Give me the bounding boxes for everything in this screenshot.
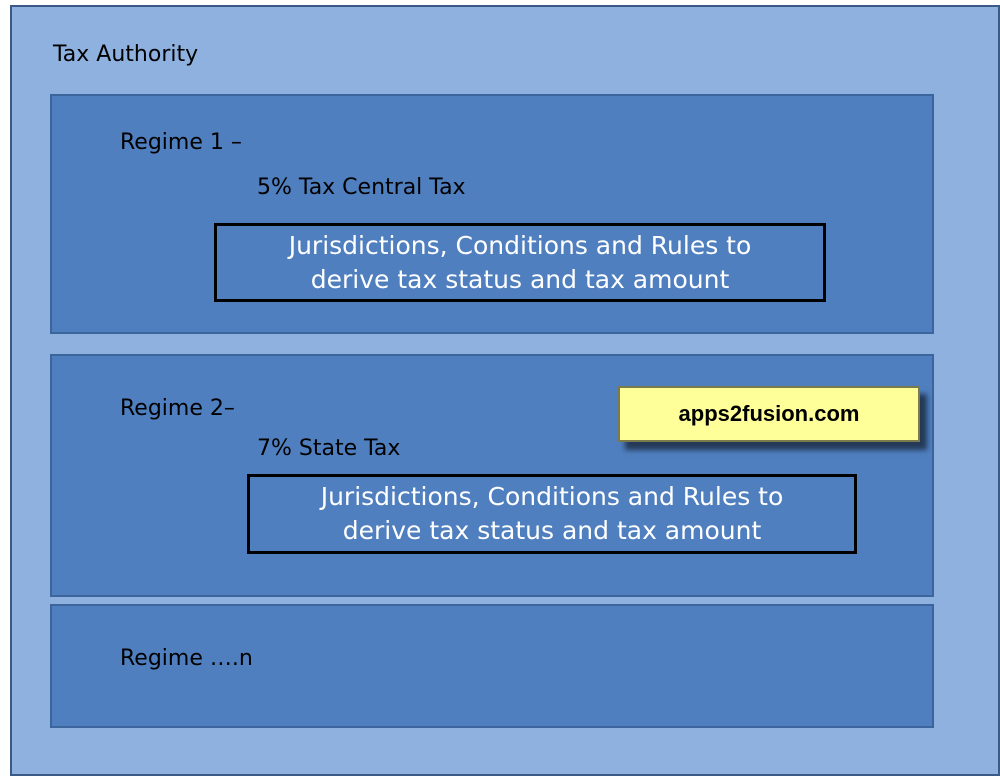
- regime-2-tax: 7% State Tax: [257, 436, 401, 461]
- regime-2-rules-line-2: derive tax status and tax amount: [342, 516, 762, 545]
- regime-1-title: Regime 1 –: [120, 130, 242, 155]
- regime-2-rules-line-1: Jurisdictions, Conditions and Rules to: [320, 482, 784, 511]
- regime-1-rules-line-2: derive tax status and tax amount: [310, 264, 730, 294]
- regime-1-rules-box: Jurisdictions, Conditions and Rules to d…: [214, 223, 826, 302]
- regime-2-rules-box: Jurisdictions, Conditions and Rules to d…: [247, 474, 857, 554]
- regime-n-title: Regime ….n: [120, 646, 253, 671]
- regime-2-title: Regime 2–: [120, 396, 235, 421]
- watermark-callout: apps2fusion.com: [618, 386, 920, 442]
- regime-1-tax: 5% Tax Central Tax: [257, 175, 466, 200]
- regime-1-rules-line-1: Jurisdictions, Conditions and Rules to: [288, 230, 752, 260]
- tax-authority-title: Tax Authority: [53, 42, 199, 67]
